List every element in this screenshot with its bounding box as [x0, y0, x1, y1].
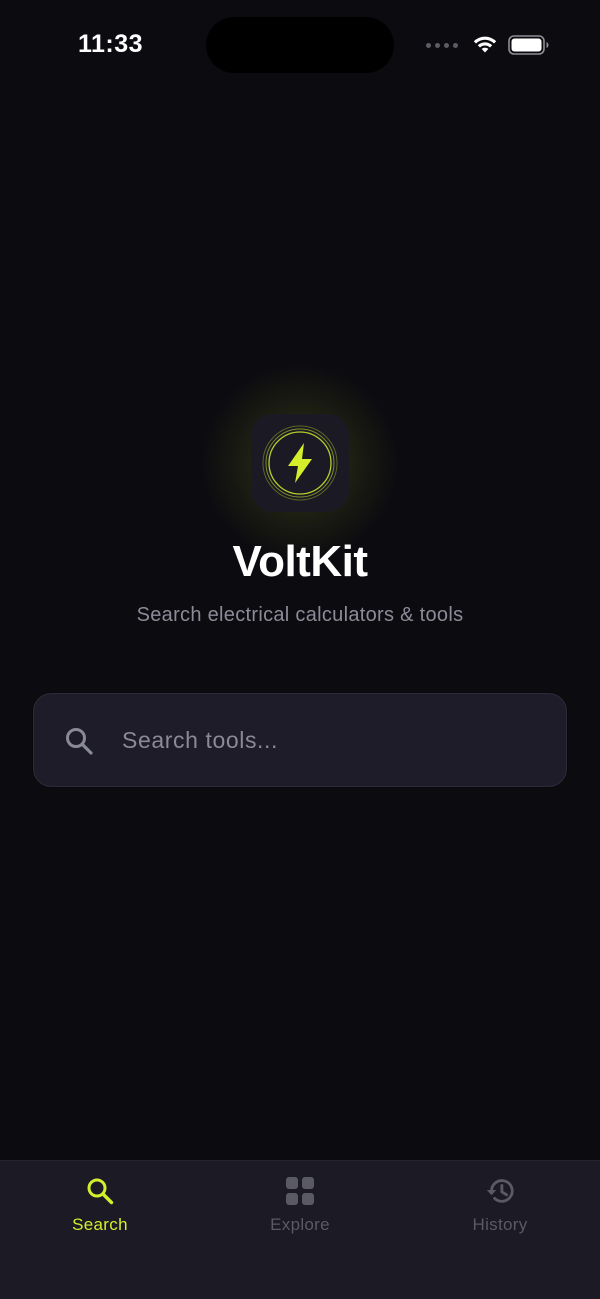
status-time: 11:33 [78, 30, 144, 58]
tab-label: History [472, 1215, 528, 1234]
grid-icon [284, 1175, 316, 1207]
tab-label: Explore [270, 1215, 330, 1234]
dynamic-island [206, 17, 394, 73]
tab-bar: Search Explore History [0, 1160, 600, 1299]
app-title: VoltKit [232, 537, 369, 586]
tab-label: Search [72, 1215, 128, 1234]
cellular-signal-icon [426, 42, 458, 48]
search-icon [66, 728, 93, 755]
history-icon [484, 1175, 516, 1207]
tab-search[interactable]: Search [0, 1175, 200, 1255]
battery-icon [508, 35, 549, 55]
lightning-bolt-icon [262, 425, 338, 501]
status-indicators [426, 34, 550, 56]
tab-history[interactable]: History [400, 1175, 600, 1255]
search-input[interactable] [122, 716, 542, 764]
search-icon [84, 1175, 116, 1207]
app-logo [251, 414, 349, 512]
app-tagline: Search electrical calculators & tools [136, 604, 464, 626]
wifi-icon [473, 36, 497, 53]
status-bar: 11:33 [0, 0, 600, 90]
search-box[interactable] [33, 693, 567, 787]
tab-explore[interactable]: Explore [200, 1175, 400, 1255]
